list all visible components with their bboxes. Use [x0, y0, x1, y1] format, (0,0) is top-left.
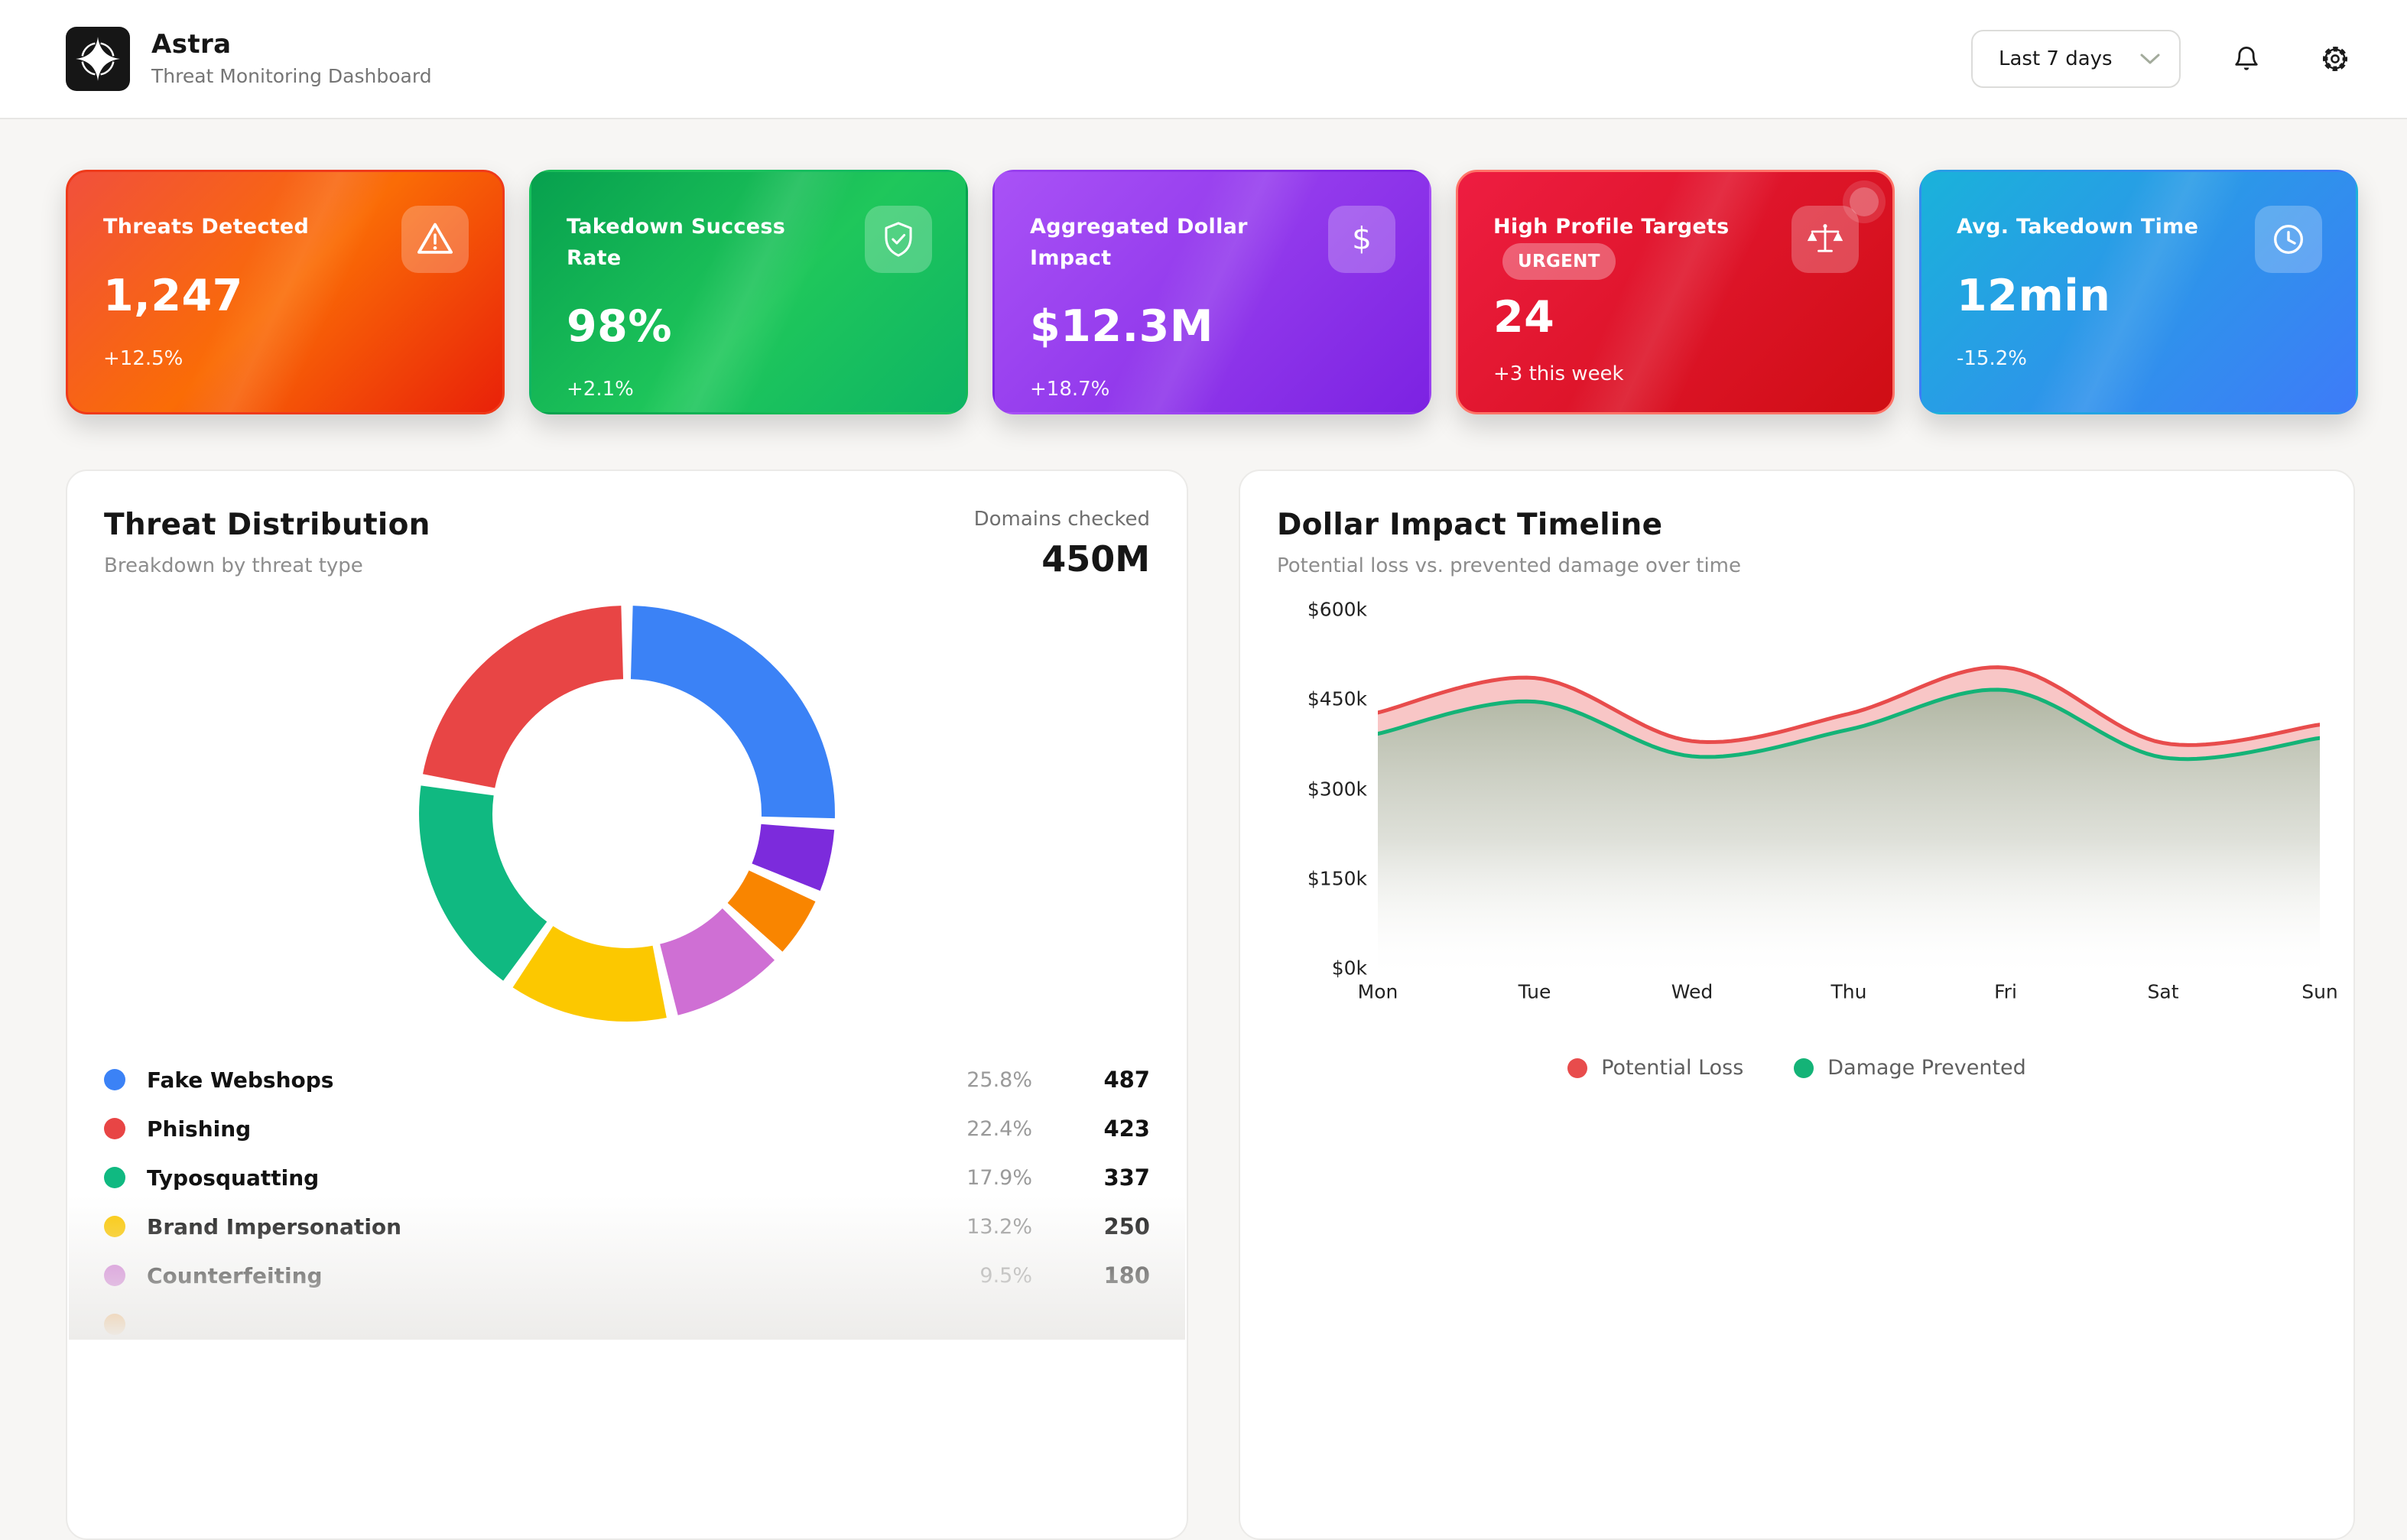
panel-title: Dollar Impact Timeline	[1277, 508, 1741, 542]
dollar-icon: $	[1341, 219, 1382, 260]
x-axis-tick: Thu	[1831, 981, 1867, 1003]
stat-card-label: Takedown Success Rate	[567, 212, 827, 274]
stat-card-label: High Profile TargetsURGENT	[1493, 212, 1753, 280]
stat-card-label: Aggregated Dollar Impact	[1030, 212, 1290, 274]
panels-row: Threat Distribution Breakdown by threat …	[0, 414, 2407, 1540]
x-axis-tick: Tue	[1519, 981, 1551, 1003]
stat-card-takedown-success: Takedown Success Rate 98% +2.1%	[529, 170, 968, 414]
panel-subtitle: Breakdown by threat type	[104, 554, 430, 577]
app-subtitle: Threat Monitoring Dashboard	[151, 65, 432, 87]
timeline-area-chart	[1378, 599, 2320, 973]
legend-dot	[104, 1069, 125, 1090]
timeline-chart: $600k $450k $300k $150k $0k Mon Tue Wed …	[1277, 579, 2317, 1122]
chevron-down-icon	[2139, 52, 2161, 66]
domains-checked-label: Domains checked	[974, 508, 1150, 531]
stat-card-value: 1,247	[103, 271, 467, 321]
legend-dot	[1567, 1058, 1587, 1078]
stat-card-value: 98%	[567, 301, 931, 352]
stat-cards-row: Threats Detected 1,247 +12.5% Takedown S…	[0, 119, 2407, 414]
scales-icon	[1804, 219, 1846, 260]
clock-icon	[2268, 219, 2309, 260]
y-axis-tick: $450k	[1277, 688, 1367, 710]
stat-card-value: 12min	[1957, 271, 2321, 321]
stat-card-icon-box	[865, 206, 932, 273]
legend-dot	[104, 1314, 125, 1335]
x-axis-tick: Mon	[1358, 981, 1398, 1003]
legend-dot	[104, 1118, 125, 1139]
stat-card-icon-box	[2255, 206, 2322, 273]
stat-card-high-profile-targets: High Profile TargetsURGENT 24 +3 this we…	[1456, 170, 1895, 414]
stat-card-icon-box	[1791, 206, 1859, 273]
stat-card-avg-takedown-time: Avg. Takedown Time 12min -15.2%	[1919, 170, 2358, 414]
panel-subtitle: Potential loss vs. prevented damage over…	[1277, 554, 1741, 577]
legend-item-potential-loss: Potential Loss	[1567, 1056, 1743, 1080]
legend-row: Counterfeiting 9.5% 180	[104, 1251, 1150, 1300]
threat-distribution-panel: Threat Distribution Breakdown by threat …	[66, 469, 1188, 1540]
legend-dot	[104, 1216, 125, 1237]
y-axis-tick: $0k	[1277, 957, 1367, 980]
domains-checked-value: 450M	[974, 538, 1150, 580]
stat-card-delta: +2.1%	[567, 378, 931, 401]
stat-card-dollar-impact: Aggregated Dollar Impact $12.3M +18.7% $	[992, 170, 1431, 414]
stat-card-threats-detected: Threats Detected 1,247 +12.5%	[66, 170, 505, 414]
brand: Astra Threat Monitoring Dashboard	[66, 27, 432, 91]
stat-card-delta: +12.5%	[103, 347, 467, 370]
stat-card-label: Avg. Takedown Time	[1957, 212, 2217, 243]
compass-star-icon	[73, 34, 123, 84]
x-axis-tick: Sun	[2301, 981, 2338, 1003]
legend-item-damage-prevented: Damage Prevented	[1794, 1056, 2025, 1080]
legend-dot	[104, 1265, 125, 1286]
x-axis-tick: Fri	[1994, 981, 2017, 1003]
bell-icon	[2230, 42, 2263, 76]
legend-row: Typosquatting 17.9% 337	[104, 1153, 1150, 1202]
astra-logo	[66, 27, 130, 91]
legend-row: Fake Webshops 25.8% 487	[104, 1055, 1150, 1104]
notifications-button[interactable]	[2223, 36, 2269, 82]
stat-card-label: Threats Detected	[103, 212, 363, 243]
legend-row: Brand Impersonation 13.2% 250	[104, 1202, 1150, 1251]
date-range-value: Last 7 days	[1999, 47, 2113, 70]
threat-legend: Fake Webshops 25.8% 487 Phishing 22.4% 4…	[104, 1055, 1150, 1349]
warning-triangle-icon	[414, 219, 456, 260]
threat-distribution-donut	[413, 599, 841, 1028]
y-axis-tick: $150k	[1277, 868, 1367, 890]
stat-card-value: $12.3M	[1030, 301, 1394, 352]
shield-check-icon	[878, 219, 919, 260]
settings-button[interactable]	[2312, 36, 2358, 82]
legend-row-partial	[104, 1300, 1150, 1349]
legend-dot	[1794, 1058, 1814, 1078]
panel-title: Threat Distribution	[104, 508, 430, 542]
stat-card-icon-box: $	[1328, 206, 1395, 273]
domains-checked-stat: Domains checked 450M	[974, 508, 1150, 580]
stat-card-delta: +18.7%	[1030, 378, 1394, 401]
legend-row: Phishing 22.4% 423	[104, 1104, 1150, 1153]
stat-card-delta: -15.2%	[1957, 347, 2321, 370]
x-axis-tick: Wed	[1671, 981, 1713, 1003]
timeline-legend: Potential Loss Damage Prevented	[1277, 1056, 2317, 1080]
legend-dot	[104, 1167, 125, 1188]
y-axis-tick: $300k	[1277, 778, 1367, 801]
topbar: Astra Threat Monitoring Dashboard Last 7…	[0, 0, 2407, 119]
urgent-badge: URGENT	[1502, 243, 1616, 281]
date-range-select[interactable]: Last 7 days	[1971, 30, 2181, 88]
gear-icon	[2318, 42, 2352, 76]
x-axis-tick: Sat	[2148, 981, 2179, 1003]
dollar-impact-timeline-panel: Dollar Impact Timeline Potential loss vs…	[1239, 469, 2355, 1540]
app-title: Astra	[151, 31, 432, 59]
y-axis-tick: $600k	[1277, 599, 1367, 621]
stat-card-value: 24	[1493, 292, 1857, 343]
stat-card-icon-box	[401, 206, 469, 273]
topbar-actions: Last 7 days	[1971, 30, 2358, 88]
svg-text:$: $	[1352, 220, 1372, 257]
stat-card-delta: +3 this week	[1493, 362, 1857, 385]
